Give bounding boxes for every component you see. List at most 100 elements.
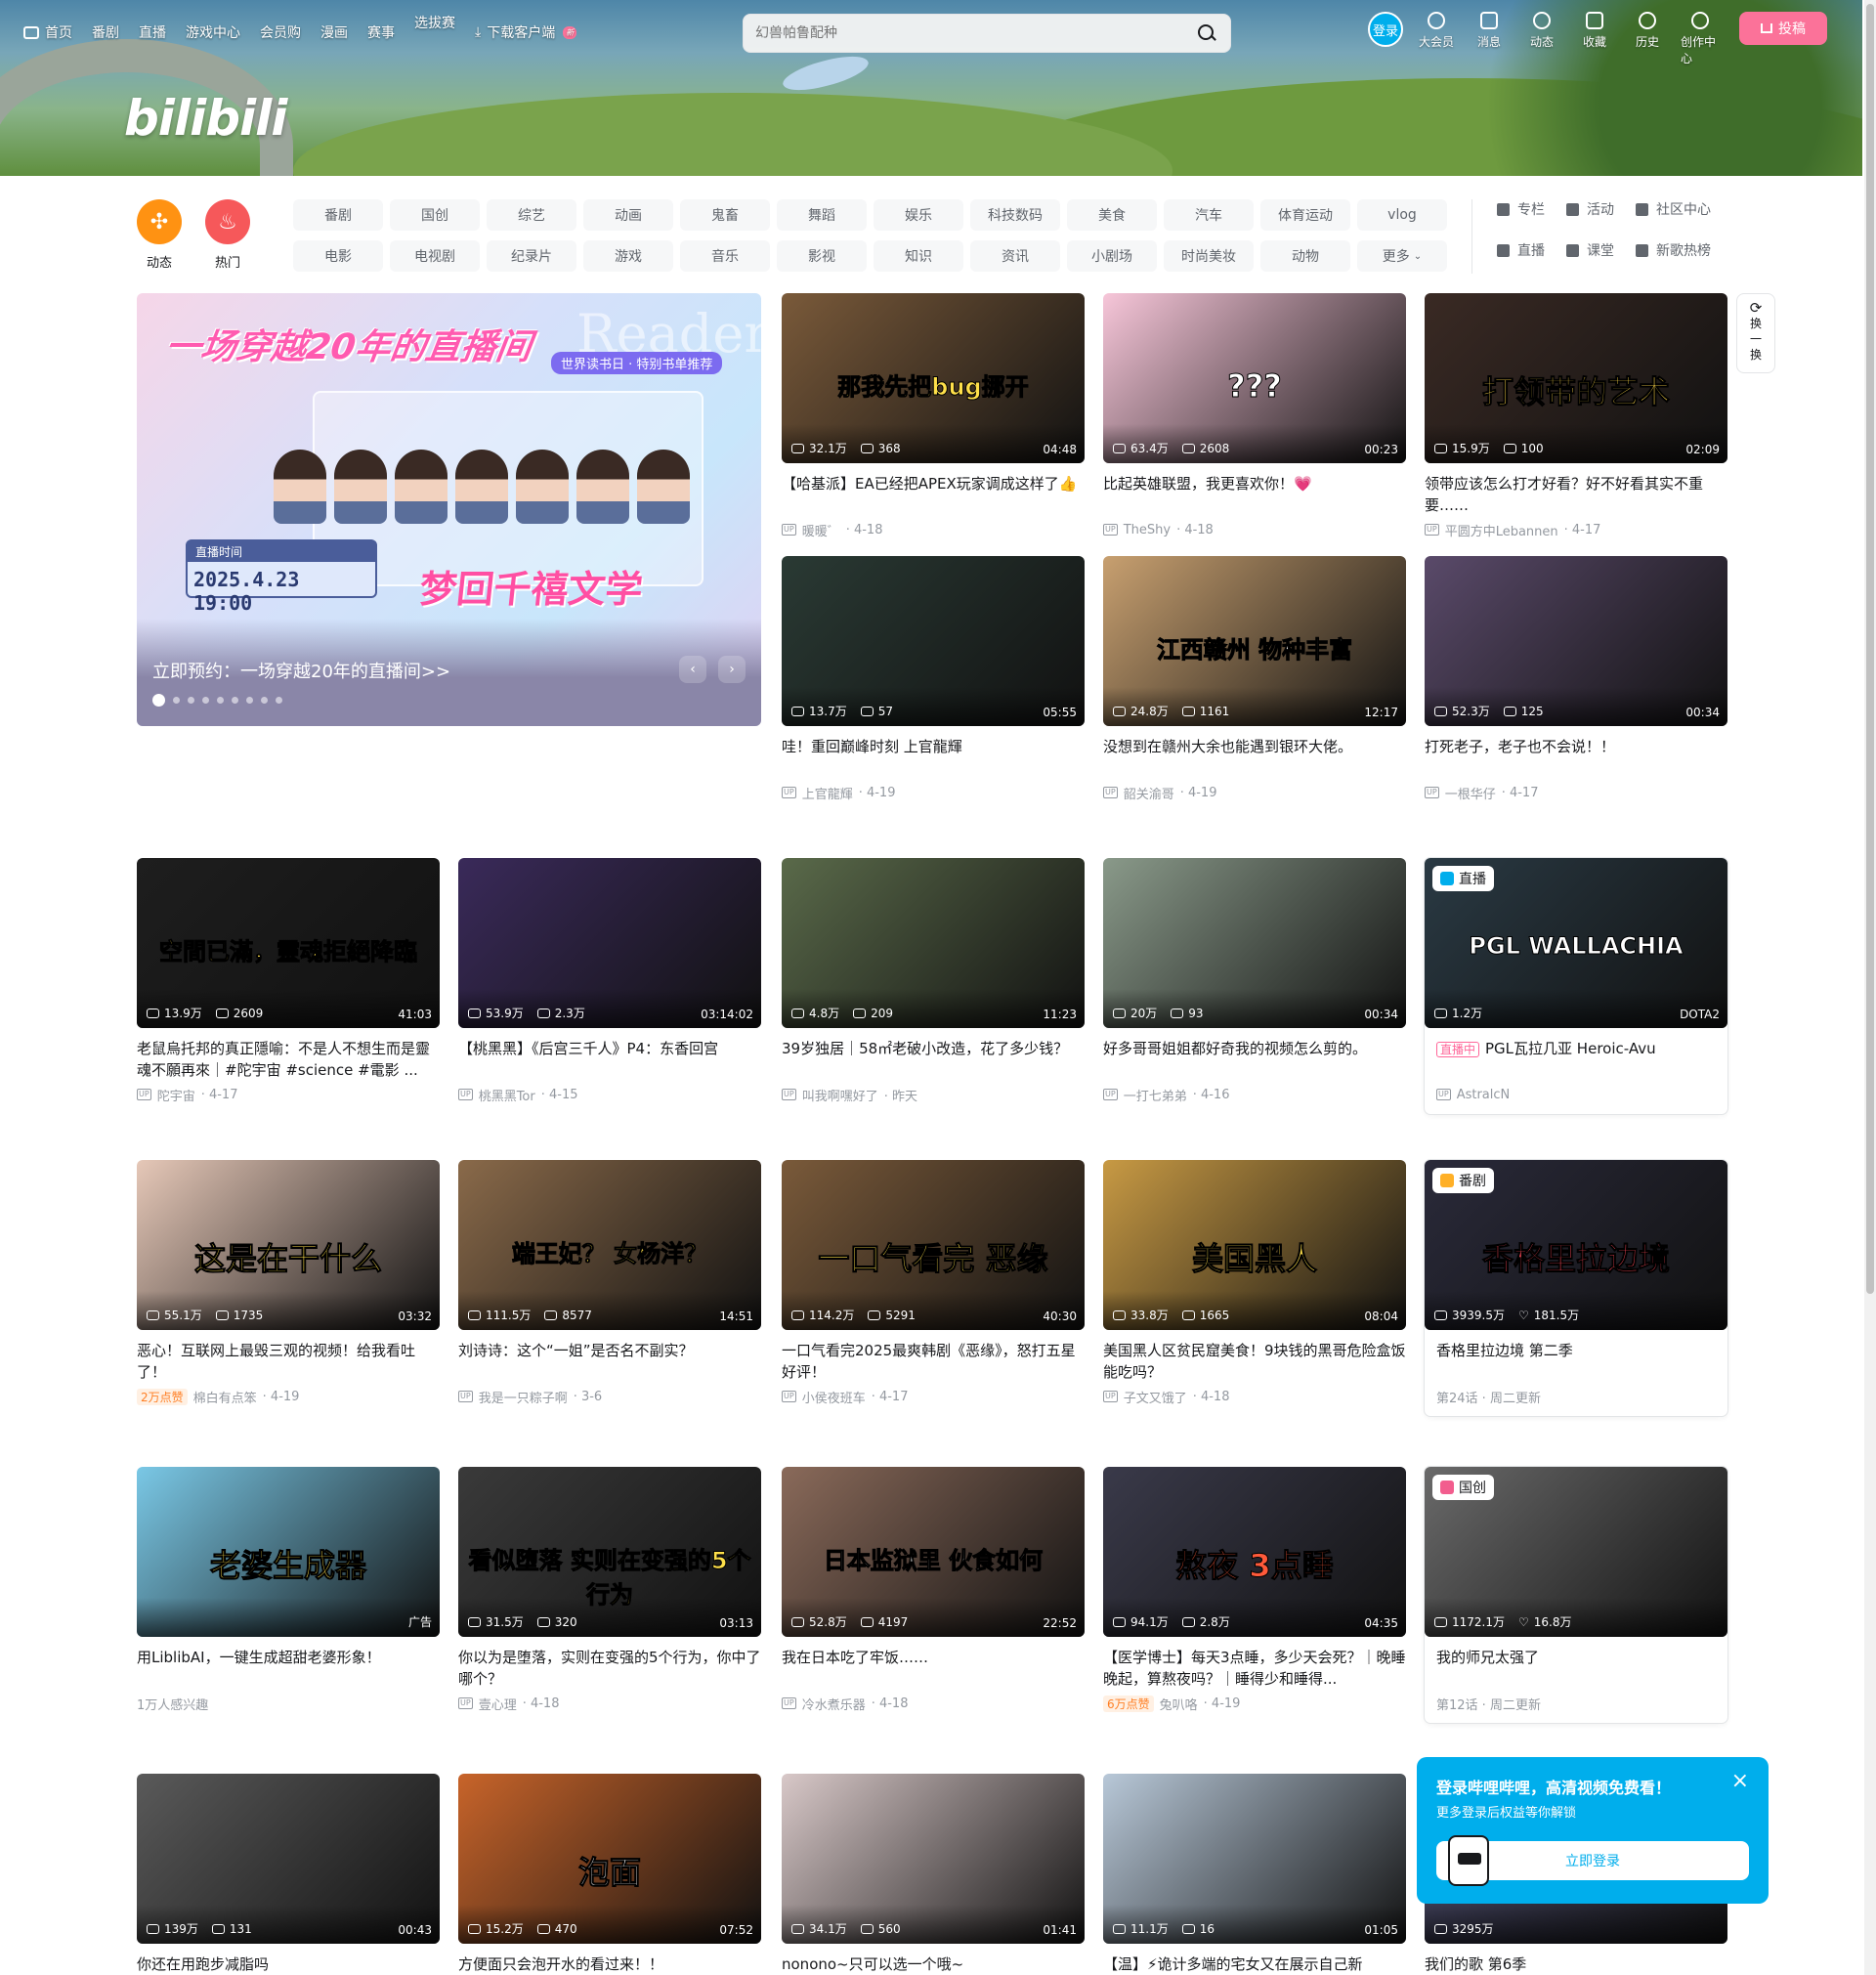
nav-item-live[interactable]: 直播: [139, 22, 166, 42]
channel-more-button[interactable]: 更多 ⌄: [1357, 240, 1447, 272]
channel-hot[interactable]: ♨ 热门: [205, 199, 250, 271]
video-title[interactable]: 打死老子，老子也不会说！！: [1425, 736, 1727, 779]
nav-messages[interactable]: 消息: [1470, 12, 1509, 50]
nav-item-esports[interactable]: 赛事: [367, 22, 395, 42]
video-card[interactable]: 江西赣州 物种丰富 24.8万 1161 12:17 没想到在赣州大余也能遇到银环大佬。…: [1103, 556, 1406, 802]
channel-button[interactable]: 小剧场: [1067, 240, 1157, 272]
video-thumbnail[interactable]: 空間已滿，靈魂拒絕降臨 13.9万 2609 41:03: [137, 858, 440, 1028]
video-thumbnail[interactable]: 53.9万 2.3万 03:14:02: [458, 858, 761, 1028]
nav-item-game-center[interactable]: 游戏中心: [186, 22, 240, 42]
video-card[interactable]: 泡面 15.2万 470 07:52 方便面只会泡开水的看过来！！: [458, 1774, 761, 1975]
uploader-name[interactable]: 棉白有点笨: [193, 1388, 257, 1406]
video-title[interactable]: 我的师兄太强了: [1425, 1647, 1727, 1690]
video-thumbnail[interactable]: 国创 1172.1万 ♡ 16.8万: [1425, 1467, 1727, 1637]
nav-creator-center[interactable]: 创作中心: [1681, 12, 1720, 66]
nav-favorites[interactable]: 收藏: [1575, 12, 1614, 50]
video-card[interactable]: 日本监狱里 伙食如何 52.8万 4197 22:52 我在日本吃了牢饭…… UP 冷水煮乐…: [782, 1467, 1085, 1713]
uploader-name[interactable]: 壹心理: [479, 1695, 517, 1713]
hero-caption[interactable]: 立即预约：一场穿越20年的直播间>>: [152, 658, 450, 683]
video-thumbnail[interactable]: 日本监狱里 伙食如何 52.8万 4197 22:52: [782, 1467, 1085, 1637]
video-card[interactable]: 34.1万 560 01:41 nonono~只可以选一个哦~: [782, 1774, 1085, 1975]
video-card[interactable]: 端王妃？ 女杨洋？ 111.5万 8577 14:51 刘诗诗：这个“一姐”是否名不副实…: [458, 1160, 761, 1406]
video-card[interactable]: 139万 131 00:43 你还在用跑步减脂吗: [137, 1774, 440, 1975]
video-title[interactable]: 直播中 PGL瓦拉几亚 Heroic-Avu: [1425, 1038, 1727, 1081]
video-title[interactable]: 香格里拉边境 第二季: [1425, 1340, 1727, 1383]
video-thumbnail[interactable]: 一口气看完 恶缘 114.2万 5291 40:30: [782, 1160, 1085, 1330]
video-card[interactable]: 这是在干什么 55.1万 1735 03:32 恶心！互联网上最毁三观的视频！给我看吐了…: [137, 1160, 440, 1406]
nav-item-anime[interactable]: 番剧: [92, 22, 119, 42]
video-title[interactable]: 【医学博士】每天3点睡，多少天会死？｜晚睡晚起，算熬夜吗？｜睡得少和睡得...: [1103, 1647, 1406, 1690]
uploader-name[interactable]: 一打七弟弟: [1124, 1086, 1187, 1104]
side-link-new-songs[interactable]: 新歌热榜: [1636, 240, 1711, 260]
hero-carousel[interactable]: Reader 一场穿越20年的直播间 世界读书日 · 特别书单推荐 直播时间 2…: [137, 293, 761, 726]
video-thumbnail[interactable]: 4.8万 209 11:23: [782, 858, 1085, 1028]
nav-item-manga[interactable]: 漫画: [320, 22, 348, 42]
nav-dynamic[interactable]: 动态: [1522, 12, 1561, 50]
nav-home[interactable]: 首页: [23, 22, 72, 42]
channel-button[interactable]: 电影: [293, 240, 383, 272]
video-thumbnail[interactable]: 美国黑人 33.8万 1665 08:04: [1103, 1160, 1406, 1330]
video-title[interactable]: 你还在用跑步减脂吗: [137, 1954, 440, 1975]
side-link-column[interactable]: 专栏: [1497, 199, 1545, 219]
video-thumbnail[interactable]: 香格里拉边境 番剧 3939.5万 ♡ 181.5万: [1425, 1160, 1727, 1330]
video-thumbnail[interactable]: 那我先把bug挪开 32.1万 368 04:48: [782, 293, 1085, 463]
video-card[interactable]: 52.3万 125 00:34 打死老子，老子也不会说！！ UP 一根华仔 · 4-17: [1425, 556, 1727, 802]
channel-button[interactable]: 影视: [777, 240, 867, 272]
video-card[interactable]: 打领带的艺术 15.9万 100 02:09 领带应该怎么打才好看？好不好看其实不重要……: [1425, 293, 1727, 539]
channel-button[interactable]: 番剧: [293, 199, 383, 231]
video-title[interactable]: 刘诗诗：这个“一姐”是否名不副实？: [458, 1340, 761, 1383]
video-thumbnail[interactable]: 江西赣州 物种丰富 24.8万 1161 12:17: [1103, 556, 1406, 726]
carousel-dot[interactable]: [246, 697, 253, 704]
uploader-name[interactable]: 一根华仔: [1445, 784, 1496, 802]
nav-vip[interactable]: 大会员: [1417, 12, 1456, 50]
side-link-community[interactable]: 社区中心: [1636, 199, 1711, 219]
channel-button[interactable]: vlog: [1357, 199, 1447, 231]
video-card[interactable]: 13.7万 57 05:55 哇！重回巅峰时刻 上官龍輝 UP 上官龍輝 · 4-19: [782, 556, 1085, 802]
channel-button[interactable]: 音乐: [680, 240, 770, 272]
video-title[interactable]: 【哈基派】EA已经把APEX玩家调成这样了👍: [782, 473, 1085, 516]
video-thumbnail[interactable]: 泡面 15.2万 470 07:52: [458, 1774, 761, 1944]
video-thumbnail[interactable]: 139万 131 00:43: [137, 1774, 440, 1944]
video-title[interactable]: nonono~只可以选一个哦~: [782, 1954, 1085, 1975]
page-scrollbar[interactable]: [1864, 0, 1876, 1975]
video-thumbnail[interactable]: 打领带的艺术 15.9万 100 02:09: [1425, 293, 1727, 463]
video-title[interactable]: 哇！重回巅峰时刻 上官龍輝: [782, 736, 1085, 779]
video-thumbnail[interactable]: 看似堕落 实则在变强的5个行为 31.5万 320 03:13: [458, 1467, 761, 1637]
uploader-name[interactable]: 兔叭咯: [1160, 1695, 1198, 1713]
bilibili-logo[interactable]: bilibili: [124, 90, 287, 147]
nav-item-selection[interactable]: 选拔赛: [414, 13, 455, 32]
video-thumbnail[interactable]: 熬夜 3点睡 94.1万 2.8万 04:35: [1103, 1467, 1406, 1637]
video-title[interactable]: 你以为是堕落，实则在变强的5个行为，你中了哪个？: [458, 1647, 761, 1690]
video-title[interactable]: 没想到在赣州大余也能遇到银环大佬。: [1103, 736, 1406, 779]
channel-button[interactable]: 综艺: [487, 199, 576, 231]
video-card[interactable]: 一口气看完 恶缘 114.2万 5291 40:30 一口气看完2025最爽韩剧《恶缘》…: [782, 1160, 1085, 1406]
video-thumbnail[interactable]: 20万 93 00:34: [1103, 858, 1406, 1028]
carousel-dot[interactable]: [261, 697, 268, 704]
channel-button[interactable]: 知识: [874, 240, 963, 272]
carousel-dot[interactable]: [276, 697, 282, 704]
upload-button[interactable]: 投稿: [1739, 12, 1827, 45]
video-card[interactable]: 4.8万 209 11:23 39岁独居｜58㎡老破小改造，花了多少钱？ UP 叫我啊嘿好…: [782, 858, 1085, 1104]
video-card[interactable]: 看似堕落 实则在变强的5个行为 31.5万 320 03:13 你以为是堕落，实则在变强…: [458, 1467, 761, 1713]
carousel-prev-button[interactable]: ‹: [679, 656, 706, 683]
video-thumbnail[interactable]: 13.7万 57 05:55: [782, 556, 1085, 726]
video-title[interactable]: 我在日本吃了牢饭……: [782, 1647, 1085, 1690]
uploader-name[interactable]: 暖暖゛: [802, 521, 840, 539]
carousel-dot[interactable]: [232, 697, 238, 704]
nav-item-mall[interactable]: 会员购: [260, 22, 301, 42]
video-thumbnail[interactable]: 这是在干什么 55.1万 1735 03:32: [137, 1160, 440, 1330]
video-card[interactable]: 11.1万 16 01:05 【温】⚡诡计多端的宅女又在展示自己新: [1103, 1774, 1406, 1975]
login-avatar-button[interactable]: 登录: [1368, 12, 1403, 47]
carousel-dot[interactable]: [152, 694, 165, 707]
video-card[interactable]: 空間已滿，靈魂拒絕降臨 13.9万 2609 41:03 老鼠烏托邦的真正隱喻：不是人不…: [137, 858, 440, 1104]
video-title[interactable]: 美国黑人区贫民窟美食！9块钱的黑哥危险盒饭能吃吗？: [1103, 1340, 1406, 1383]
channel-button[interactable]: 汽车: [1164, 199, 1254, 231]
carousel-dot[interactable]: [188, 697, 194, 704]
uploader-name[interactable]: 陀宇宙: [157, 1086, 195, 1104]
channel-button[interactable]: 纪录片: [487, 240, 576, 272]
channel-button[interactable]: 鬼畜: [680, 199, 770, 231]
carousel-dot[interactable]: [173, 697, 180, 704]
uploader-name[interactable]: 桃黑黑Tor: [479, 1086, 535, 1104]
channel-button[interactable]: 娱乐: [874, 199, 963, 231]
carousel-dot[interactable]: [202, 697, 209, 704]
